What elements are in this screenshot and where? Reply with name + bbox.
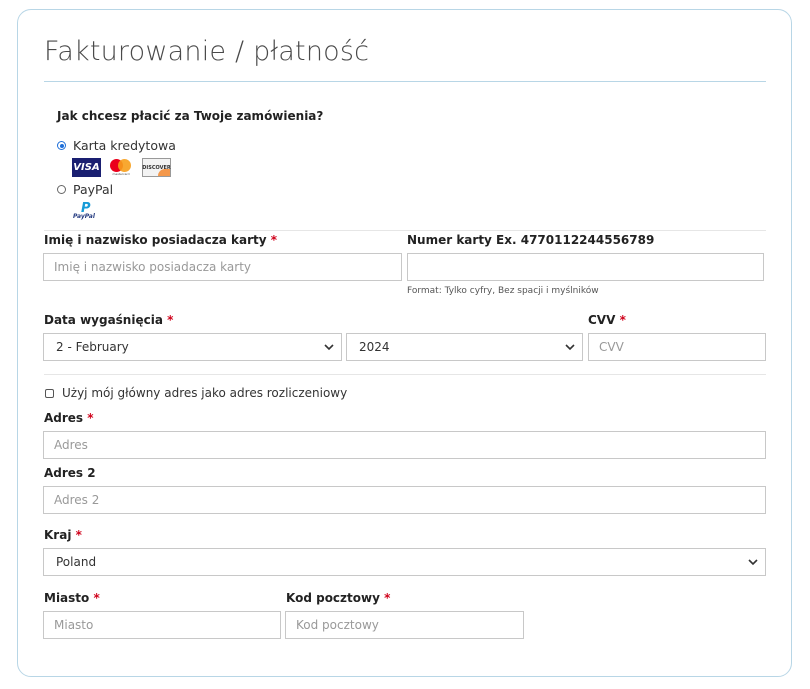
page-title: Fakturowanie / płatność — [44, 36, 370, 67]
expiry-month-value: 2 - February — [56, 340, 129, 354]
city-input[interactable] — [43, 611, 281, 639]
use-main-address-label: Użyj mój główny adres jako adres rozlicz… — [62, 386, 348, 400]
billing-card: Fakturowanie / płatność Jak chcesz płaci… — [17, 9, 792, 677]
address2-input[interactable] — [43, 486, 766, 514]
expiry-label: Data wygaśnięcia * — [44, 313, 174, 327]
address2-label: Adres 2 — [44, 466, 96, 480]
cvv-label: CVV * — [588, 313, 626, 327]
paypal-icon: P PayPal — [73, 201, 95, 220]
mastercard-icon: mastercard — [110, 158, 132, 177]
use-main-address-option[interactable]: Użyj mój główny adres jako adres rozlicz… — [45, 386, 347, 400]
expiry-year-select[interactable]: 2024 — [346, 333, 583, 361]
visa-icon: VISA — [72, 158, 101, 177]
postal-code-input[interactable] — [285, 611, 524, 639]
chevron-down-icon — [565, 344, 575, 351]
credit-card-label: Karta kredytowa — [73, 138, 176, 153]
payment-question: Jak chcesz płacić za Twoje zamówienia? — [57, 109, 324, 123]
expiry-year-value: 2024 — [359, 340, 390, 354]
card-logos: VISA mastercard DISCOVER — [72, 158, 171, 177]
card-number-input[interactable] — [407, 253, 764, 281]
use-main-address-checkbox[interactable] — [45, 388, 54, 398]
payment-option-paypal[interactable]: PayPal — [57, 182, 113, 197]
cvv-input[interactable] — [588, 333, 766, 361]
address-input[interactable] — [43, 431, 766, 459]
address-label: Adres * — [44, 411, 94, 425]
credit-card-radio[interactable] — [57, 141, 66, 150]
postal-code-label: Kod pocztowy * — [286, 591, 391, 605]
chevron-down-icon — [324, 344, 334, 351]
paypal-radio[interactable] — [57, 185, 66, 194]
city-label: Miasto * — [44, 591, 100, 605]
paypal-label: PayPal — [73, 182, 114, 197]
card-number-hint: Format: Tylko cyfry, Bez spacji i myślni… — [407, 286, 599, 296]
payment-option-credit-card[interactable]: Karta kredytowa — [57, 138, 176, 153]
divider — [44, 230, 766, 231]
cardholder-input[interactable] — [43, 253, 402, 281]
country-label: Kraj * — [44, 528, 82, 542]
title-divider — [44, 81, 766, 82]
country-value: Poland — [56, 555, 97, 569]
expiry-month-select[interactable]: 2 - February — [43, 333, 342, 361]
divider — [44, 374, 766, 375]
cardholder-label: Imię i nazwisko posiadacza karty * — [44, 233, 278, 247]
chevron-down-icon — [748, 559, 758, 566]
card-number-label: Numer karty Ex. 4770112244556789 — [407, 233, 655, 247]
discover-icon: DISCOVER — [142, 158, 171, 177]
country-select[interactable]: Poland — [43, 548, 766, 576]
